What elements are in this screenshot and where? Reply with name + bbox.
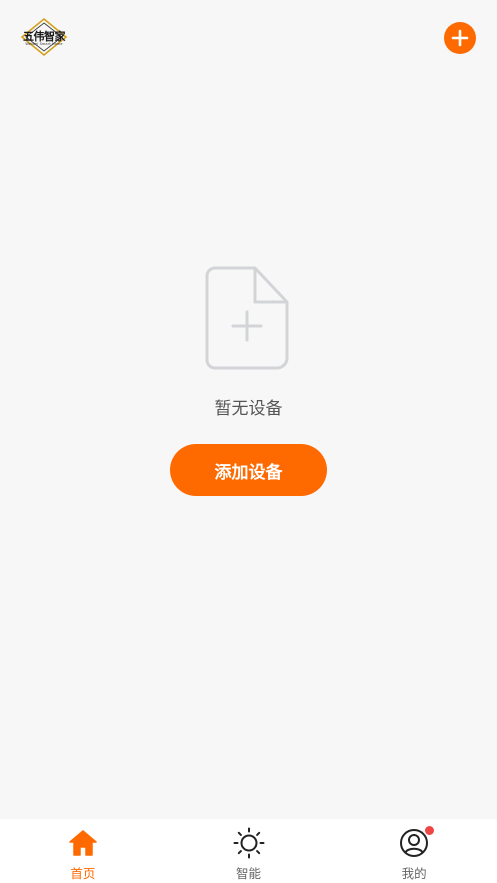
tab-label-profile: 我的 bbox=[401, 866, 427, 881]
empty-state-message: 暂无设备 bbox=[214, 399, 283, 419]
tab-home[interactable]: 首页 bbox=[0, 819, 166, 883]
add-device-header-button[interactable] bbox=[444, 22, 476, 54]
tab-label-smart: 智能 bbox=[236, 866, 262, 881]
profile-icon bbox=[398, 826, 435, 859]
document-add-icon bbox=[205, 266, 289, 370]
tab-profile[interactable]: 我的 bbox=[331, 819, 497, 883]
app-logo: 五伟智家 Weiwei Smart Home bbox=[20, 17, 68, 57]
tab-label-home: 首页 bbox=[70, 866, 96, 881]
plus-icon bbox=[451, 29, 469, 47]
home-icon bbox=[67, 827, 99, 859]
empty-document-illustration bbox=[205, 266, 289, 374]
bottom-tab-bar: 首页 智能 我的 bbox=[0, 819, 497, 883]
tab-smart[interactable]: 智能 bbox=[166, 819, 332, 883]
notification-badge bbox=[425, 826, 435, 835]
add-device-button[interactable]: 添加设备 bbox=[170, 444, 327, 496]
smart-sun-icon bbox=[233, 827, 265, 859]
logo-subtext: Weiwei Smart Home bbox=[25, 42, 63, 46]
